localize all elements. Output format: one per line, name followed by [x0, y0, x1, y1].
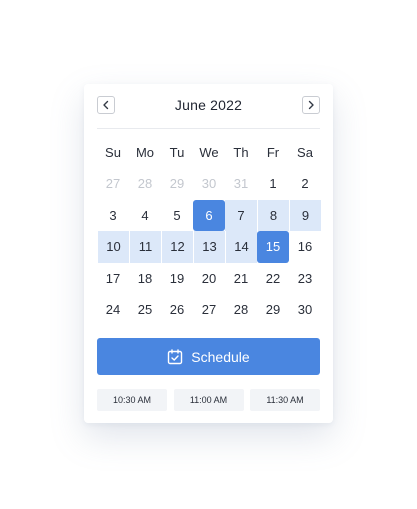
- weekday-label: Tu: [169, 144, 185, 160]
- calendar-day[interactable]: 3: [97, 200, 129, 232]
- weekday-label: Th: [233, 144, 249, 160]
- month-title: June 2022: [174, 97, 243, 113]
- calendar-day[interactable]: 13: [193, 231, 225, 263]
- calendar-day[interactable]: 12: [161, 231, 193, 263]
- calendar-day[interactable]: 25: [129, 294, 161, 326]
- calendar-day[interactable]: 9: [289, 199, 321, 231]
- schedule-button[interactable]: Schedule: [97, 338, 320, 375]
- calendar-day[interactable]: 20: [193, 263, 225, 295]
- calendar-day[interactable]: 31: [225, 168, 257, 200]
- weekday-label: Fr: [266, 144, 280, 160]
- calendar-day[interactable]: 29: [257, 294, 289, 326]
- calendar-card: June 2022 Su Mo Tu We Th Fr Sa 27 28 29 30 31 1 2 3 4 5 6…: [84, 84, 333, 423]
- calendar-day[interactable]: 10: [97, 231, 129, 263]
- calendar-day[interactable]: 27: [97, 168, 129, 200]
- time-slot-list: 10:30 AM 11:00 AM 11:30 AM: [97, 389, 320, 411]
- calendar-day[interactable]: 1: [257, 168, 289, 200]
- weekday-label: Su: [105, 144, 121, 160]
- weekday-label: We: [199, 144, 219, 160]
- calendar-day[interactable]: 14: [225, 231, 257, 263]
- range-start-day[interactable]: 6: [193, 199, 225, 231]
- calendar-day[interactable]: 26: [161, 294, 193, 326]
- calendar-day[interactable]: 28: [225, 294, 257, 326]
- calendar-day[interactable]: 11: [129, 231, 161, 263]
- calendar-day[interactable]: 2: [289, 168, 321, 200]
- range-end-day[interactable]: 15: [257, 231, 289, 263]
- calendar-day[interactable]: 5: [161, 200, 193, 232]
- calendar-day[interactable]: 21: [225, 263, 257, 295]
- calendar-check-icon: [168, 348, 183, 364]
- calendar-day[interactable]: 24: [97, 294, 129, 326]
- chevron-right-icon: [308, 100, 314, 110]
- time-slot-button[interactable]: 11:30 AM: [250, 389, 320, 411]
- calendar-day[interactable]: 4: [129, 200, 161, 232]
- schedule-label: Schedule: [191, 348, 250, 365]
- calendar-grid: Su Mo Tu We Th Fr Sa 27 28 29 30 31 1 2 3 4 5 6 7 8 9 10 11 12 1…: [97, 136, 321, 326]
- weekday-label: Sa: [297, 144, 313, 160]
- calendar-day[interactable]: 22: [257, 263, 289, 295]
- calendar-day[interactable]: 19: [161, 263, 193, 295]
- calendar-day[interactable]: 8: [257, 199, 289, 231]
- calendar-day[interactable]: 28: [129, 168, 161, 200]
- calendar-day[interactable]: 30: [289, 294, 321, 326]
- weekday-label: Mo: [135, 144, 155, 160]
- calendar-day[interactable]: 30: [193, 168, 225, 200]
- calendar-day[interactable]: 7: [225, 199, 257, 231]
- calendar-header: June 2022: [97, 96, 320, 118]
- header-divider: [97, 128, 320, 129]
- calendar-day[interactable]: 23: [289, 263, 321, 295]
- calendar-day[interactable]: 27: [193, 294, 225, 326]
- calendar-day[interactable]: 18: [129, 263, 161, 295]
- calendar-day[interactable]: 16: [289, 231, 321, 263]
- next-month-button[interactable]: [302, 96, 320, 114]
- calendar-day[interactable]: 29: [161, 168, 193, 200]
- time-slot-button[interactable]: 11:00 AM: [173, 389, 244, 411]
- time-slot-button[interactable]: 10:30 AM: [97, 389, 167, 411]
- calendar-day[interactable]: 17: [97, 263, 129, 295]
